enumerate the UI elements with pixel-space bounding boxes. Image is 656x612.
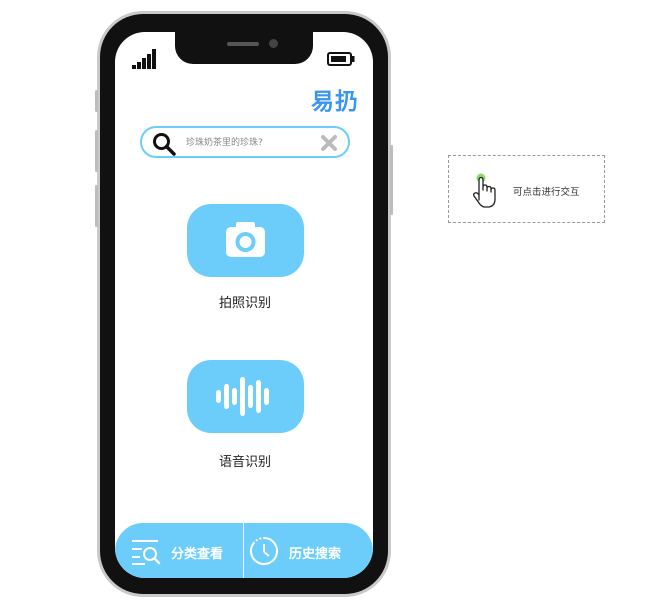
search-icon[interactable] xyxy=(152,132,176,156)
volume-up-button xyxy=(95,130,98,172)
phone-screen: 易扔 拍照识 xyxy=(115,32,373,578)
voice-recognition-button[interactable] xyxy=(187,360,304,433)
nav-history-search[interactable]: 历史搜索 xyxy=(244,523,373,578)
search-bar[interactable] xyxy=(140,126,350,158)
mute-switch xyxy=(95,90,98,112)
interaction-hint: 可点击进行交互 xyxy=(448,155,605,223)
photo-recognition-button[interactable] xyxy=(187,204,304,277)
pointer-hand-icon xyxy=(473,173,496,208)
volume-down-button xyxy=(95,185,98,227)
phone-notch xyxy=(175,32,313,64)
history-clock-icon xyxy=(250,537,279,565)
speaker-grille xyxy=(227,42,259,46)
nav-category-view[interactable]: 分类查看 xyxy=(115,523,243,578)
bottom-nav: 分类查看 历史搜索 xyxy=(115,523,373,578)
battery-icon xyxy=(327,52,355,66)
phone-frame: 易扔 拍照识 xyxy=(97,11,391,597)
list-search-icon xyxy=(132,540,161,565)
hint-text: 可点击进行交互 xyxy=(513,187,580,198)
clear-icon[interactable] xyxy=(320,134,338,152)
signal-icon xyxy=(132,49,156,69)
nav-history-label: 历史搜索 xyxy=(289,547,342,562)
camera-icon xyxy=(226,222,265,257)
front-camera xyxy=(269,39,278,48)
phone-body: 易扔 拍照识 xyxy=(100,14,388,594)
sound-wave-icon xyxy=(216,377,269,416)
nav-category-label: 分类查看 xyxy=(171,547,224,562)
photo-recognition-label: 拍照识别 xyxy=(218,296,271,311)
power-button xyxy=(390,145,393,215)
search-input[interactable] xyxy=(186,134,306,152)
app-title: 易扔 xyxy=(311,89,359,115)
voice-recognition-label: 语音识别 xyxy=(218,455,271,470)
